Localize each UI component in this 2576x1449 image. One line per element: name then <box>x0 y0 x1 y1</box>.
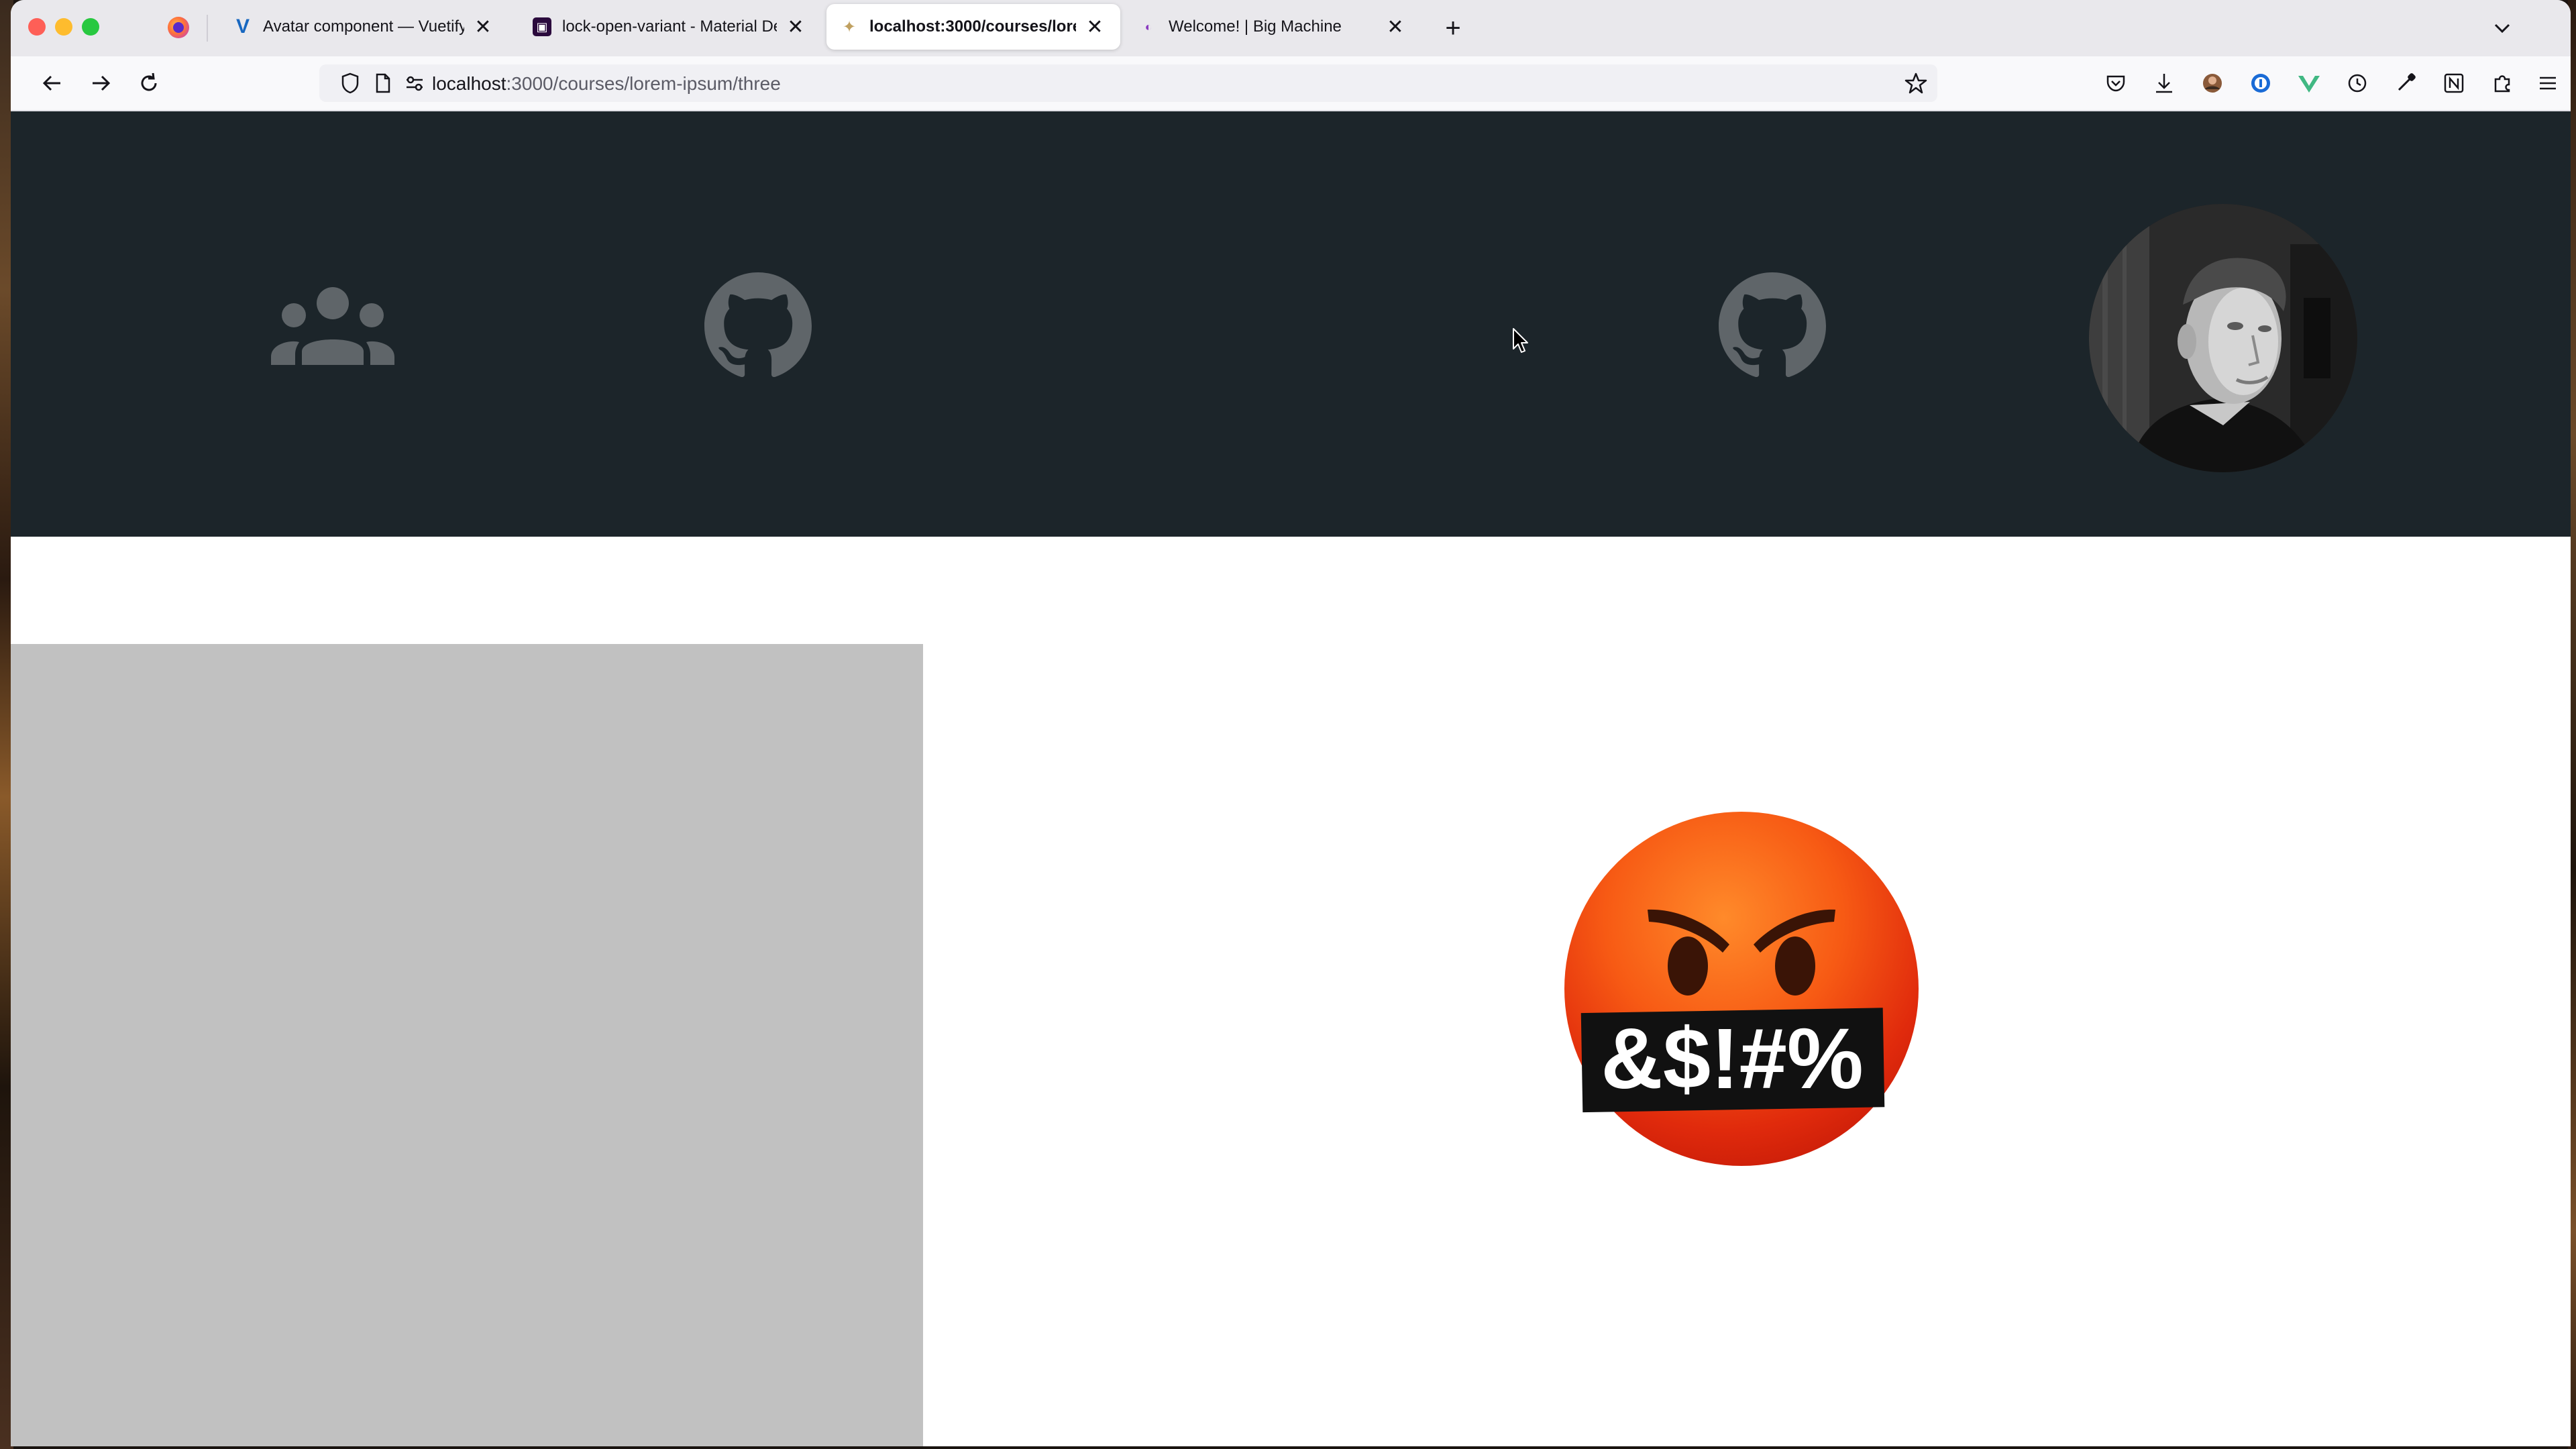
zoom-window-button[interactable] <box>82 18 99 36</box>
tab-title: Welcome! | Big Machine <box>1169 17 1342 36</box>
big-machine-icon: ◐ <box>1144 19 1152 34</box>
browser-window: V Avatar component — Vuetify ✕ ▣ lock-op… <box>11 0 2571 1446</box>
github-icon[interactable] <box>704 272 812 380</box>
tab-localhost-course[interactable]: ✦ localhost:3000/courses/lorem-ipsum/thr… <box>826 4 1120 50</box>
back-button[interactable] <box>36 67 68 99</box>
account-group-icon <box>271 287 394 365</box>
tab-title: lock-open-variant - Material Design Icon… <box>562 17 777 36</box>
close-tab-icon[interactable]: ✕ <box>1083 15 1107 39</box>
bookmark-star-icon[interactable] <box>1902 70 1929 97</box>
puzzle-piece-icon <box>2494 75 2510 93</box>
emoji-symbols-text: &$!#% <box>1601 1011 1863 1107</box>
tab-title: Avatar component — Vuetify <box>263 17 464 36</box>
eyedropper-button[interactable] <box>2390 67 2422 99</box>
tab-vuetify-avatar[interactable]: V Avatar component — Vuetify ✕ <box>220 4 508 50</box>
arrow-left-icon <box>42 75 60 91</box>
vue-devtools-icon <box>2298 76 2320 93</box>
vue-devtools-button[interactable] <box>2293 67 2325 99</box>
sparkle-icon: ✦ <box>842 17 857 36</box>
onepassword-icon <box>2251 74 2270 93</box>
avatar-portrait-image <box>2089 204 2357 472</box>
tab-material-design-icons[interactable]: ▣ lock-open-variant - Material Design Ic… <box>519 4 821 50</box>
list-all-tabs-button[interactable] <box>2486 12 2518 44</box>
mouse-cursor-icon <box>1513 328 1528 353</box>
tab-divider <box>207 15 208 42</box>
close-tab-icon[interactable]: ✕ <box>784 15 808 39</box>
account-button[interactable] <box>2196 67 2229 99</box>
clock-icon <box>2348 74 2367 93</box>
url-host: localhost <box>432 73 506 94</box>
hamburger-menu-icon <box>2540 76 2556 90</box>
face-with-symbols-on-mouth-emoji: &$!#% <box>1554 801 1929 1177</box>
firefox-view-icon[interactable] <box>168 17 189 38</box>
address-bar[interactable]: localhost:3000/courses/lorem-ipsum/three <box>319 64 1937 102</box>
notion-icon <box>2444 73 2464 93</box>
page-icon[interactable] <box>369 70 396 97</box>
shield-icon[interactable] <box>337 70 364 97</box>
download-icon <box>2156 74 2172 93</box>
password-manager-button[interactable] <box>2245 67 2277 99</box>
navigation-toolbar: localhost:3000/courses/lorem-ipsum/three <box>11 56 2571 111</box>
account-avatar-icon <box>2203 74 2222 93</box>
chevron-down-icon <box>2494 23 2510 34</box>
content-placeholder <box>11 644 923 1446</box>
close-window-button[interactable] <box>28 18 46 36</box>
avatar <box>2089 204 2357 472</box>
pocket-button[interactable] <box>2100 67 2132 99</box>
downloads-button[interactable] <box>2148 67 2180 99</box>
app-menu-button[interactable] <box>2534 67 2561 99</box>
reload-button[interactable] <box>133 67 165 99</box>
tab-strip: V Avatar component — Vuetify ✕ ▣ lock-op… <box>11 0 2571 56</box>
page-header <box>11 111 2571 537</box>
eyedropper-icon <box>2398 73 2416 91</box>
notion-button[interactable] <box>2438 67 2470 99</box>
minimize-window-button[interactable] <box>55 18 72 36</box>
material-design-icons-icon: ▣ <box>533 17 551 36</box>
pocket-icon <box>2106 75 2125 92</box>
vuetify-icon: V <box>235 15 250 38</box>
new-tab-button[interactable]: + <box>1437 12 1469 44</box>
tab-big-machine[interactable]: ◐ Welcome! | Big Machine ✕ <box>1126 4 1421 50</box>
tab-title: localhost:3000/courses/lorem-ipsum/three <box>869 17 1076 36</box>
extensions-button[interactable] <box>2486 67 2518 99</box>
arrow-right-icon <box>93 75 111 91</box>
permissions-icon[interactable] <box>401 70 428 97</box>
reload-icon <box>141 72 157 91</box>
url-path: :3000/courses/lorem-ipsum/three <box>506 73 781 94</box>
close-tab-icon[interactable]: ✕ <box>1383 15 1407 39</box>
github-icon[interactable] <box>1719 272 1826 380</box>
extension-clock-button[interactable] <box>2341 67 2373 99</box>
angry-face-emoji-image: &$!#% <box>1564 812 1919 1166</box>
url-text[interactable]: localhost:3000/courses/lorem-ipsum/three <box>432 73 781 95</box>
close-tab-icon[interactable]: ✕ <box>471 15 495 39</box>
forward-button[interactable] <box>85 67 117 99</box>
